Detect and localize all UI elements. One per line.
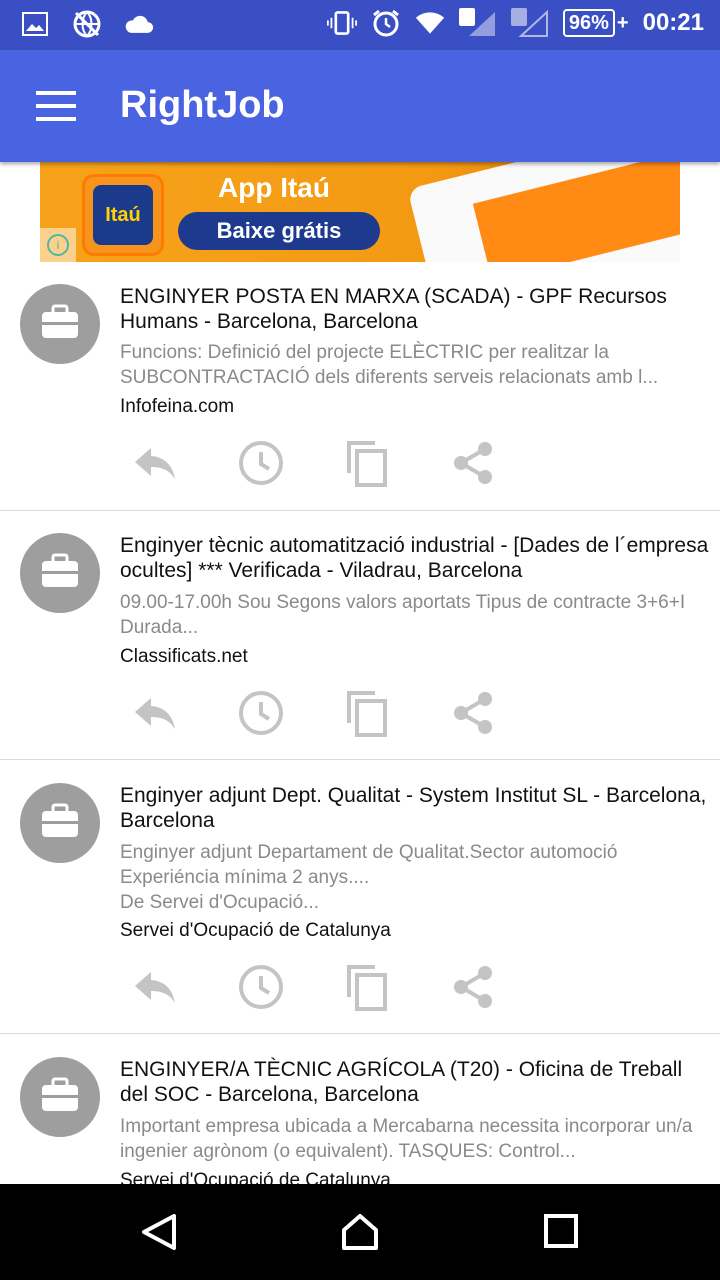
copy-icon[interactable]: [344, 440, 390, 487]
job-source: Servei d'Ocupació de Catalunya: [120, 1170, 391, 1184]
job-title[interactable]: ENGINYER POSTA EN MARXA (SCADA) - GPF Re…: [120, 284, 710, 334]
ad-banner[interactable]: Itaú App Itaú Baixe grátis i: [40, 162, 680, 262]
share-icon[interactable]: [450, 690, 496, 736]
job-card[interactable]: ENGINYER POSTA EN MARXA (SCADA) - GPF Re…: [0, 262, 720, 511]
reply-icon[interactable]: [132, 964, 178, 1010]
status-bar: 96% + 00:21: [0, 0, 720, 50]
signal-sim1-icon: [458, 8, 497, 38]
job-title[interactable]: ENGINYER/A TÈCNIC AGRÍCOLA (T20) - Ofici…: [120, 1057, 710, 1107]
home-icon[interactable]: [340, 1212, 380, 1252]
job-description: Enginyer adjunt Departament de Qualitat.…: [120, 842, 618, 913]
cloud-icon: [124, 9, 154, 39]
back-icon[interactable]: [140, 1212, 180, 1252]
ad-phone-image: [407, 162, 680, 262]
hamburger-menu-icon[interactable]: [36, 91, 76, 121]
system-nav-bar: [0, 1184, 720, 1280]
job-description: Funcions: Definició del projecte ELÈCTRI…: [120, 342, 659, 388]
share-icon[interactable]: [450, 964, 496, 1010]
clock-icon[interactable]: [238, 440, 284, 486]
job-description: Important empresa ubicada a Mercabarna n…: [120, 1116, 693, 1162]
job-card[interactable]: Enginyer adjunt Dept. Qualitat - System …: [0, 761, 720, 1034]
job-card[interactable]: Enginyer tècnic automatització industria…: [0, 511, 720, 760]
signal-sim2-icon: [510, 8, 549, 38]
reply-icon[interactable]: [132, 690, 178, 736]
briefcase-avatar-icon: [20, 284, 100, 364]
clock-icon[interactable]: [238, 964, 284, 1010]
briefcase-avatar-icon: [20, 783, 100, 863]
ad-download-button[interactable]: Baixe grátis: [178, 212, 380, 250]
job-card[interactable]: ENGINYER/A TÈCNIC AGRÍCOLA (T20) - Ofici…: [0, 1035, 720, 1184]
briefcase-avatar-icon: [20, 1057, 100, 1137]
wifi-icon: [415, 8, 445, 38]
share-icon[interactable]: [450, 440, 496, 486]
status-clock: 00:21: [642, 9, 704, 36]
ad-info-icon[interactable]: i: [40, 228, 76, 262]
job-title[interactable]: Enginyer tècnic automatització industria…: [120, 533, 710, 583]
app-title: RightJob: [120, 84, 285, 126]
globe-off-icon: [72, 9, 102, 39]
briefcase-avatar-icon: [20, 533, 100, 613]
vibrate-icon: [326, 8, 357, 38]
charging-icon: +: [616, 11, 629, 34]
battery-indicator: 96%: [562, 9, 615, 37]
ad-logo: Itaú: [82, 174, 164, 256]
clock-icon[interactable]: [238, 690, 284, 736]
app-toolbar: RightJob: [0, 50, 720, 162]
copy-icon[interactable]: [344, 964, 390, 1011]
job-description: 09.00-17.00h Sou Segons valors aportats …: [120, 592, 686, 638]
alarm-icon: [371, 8, 401, 38]
copy-icon[interactable]: [344, 690, 390, 737]
job-source: Infofeina.com: [120, 396, 235, 417]
ad-title: App Itaú: [218, 172, 330, 203]
job-title[interactable]: Enginyer adjunt Dept. Qualitat - System …: [120, 783, 710, 833]
job-source: Classificats.net: [120, 646, 248, 667]
recents-icon[interactable]: [542, 1212, 582, 1252]
reply-icon[interactable]: [132, 440, 178, 486]
image-notification-icon: [20, 9, 50, 39]
job-source: Servei d'Ocupació de Catalunya: [120, 920, 391, 941]
